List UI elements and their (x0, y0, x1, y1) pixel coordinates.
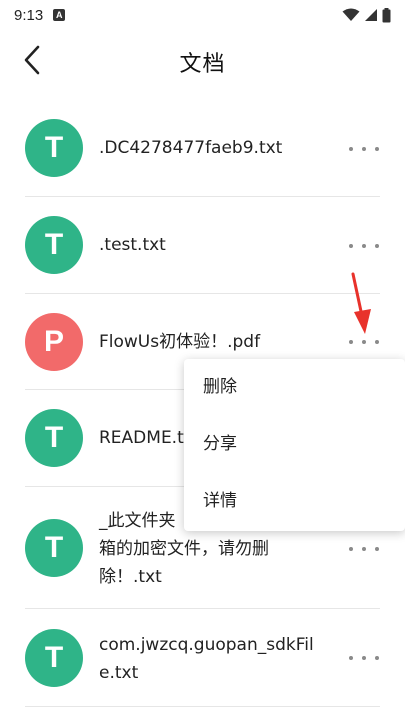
page-title: 文档 (179, 52, 226, 77)
more-dot (362, 244, 366, 248)
status-time: 9:13 (14, 6, 44, 24)
battery-icon (382, 7, 391, 22)
menu-item-share[interactable]: 分享 (184, 416, 405, 473)
notification-app-icon: A (53, 9, 66, 21)
file-name: .DC4278477faeb9.txt (99, 138, 283, 158)
file-name-line: e.txt (99, 663, 139, 683)
status-left: 9:13 A (14, 6, 66, 24)
file-name: .test.txt (99, 235, 166, 255)
cell-signal-icon (365, 9, 377, 21)
file-type-avatar: T (25, 216, 83, 274)
more-dot (349, 147, 353, 151)
more-dot (375, 340, 379, 344)
file-item[interactable]: T .DC4278477faeb9.txt (0, 100, 405, 197)
file-name-line: 箱的加密文件，请勿删 (99, 539, 269, 559)
more-button[interactable] (349, 236, 379, 256)
file-name: FlowUs初体验！.pdf (99, 332, 261, 352)
menu-item-delete[interactable]: 删除 (184, 359, 405, 416)
more-dot (375, 547, 379, 551)
file-type-avatar: P (25, 313, 83, 371)
status-bar: 9:13 A (0, 0, 405, 30)
status-right (342, 7, 391, 23)
wifi-icon (342, 8, 360, 21)
annotation-arrow-icon (351, 272, 371, 334)
more-button[interactable] (349, 539, 379, 559)
list-divider (25, 706, 380, 707)
more-dot (375, 244, 379, 248)
more-dot (375, 656, 379, 660)
file-name-line: 除！.txt (99, 567, 162, 587)
more-dot (362, 340, 366, 344)
context-menu: 删除 分享 详情 (184, 359, 405, 531)
more-button[interactable] (349, 648, 379, 668)
file-name-line: com.jwzcq.guopan_sdkFil (99, 635, 314, 655)
app-bar: 文档 (0, 30, 405, 94)
file-name: com.jwzcq.guopan_sdkFil e.txt (99, 631, 321, 687)
more-dot (349, 340, 353, 344)
file-item[interactable]: T com.jwzcq.guopan_sdkFil e.txt (0, 609, 405, 707)
more-dot (349, 656, 353, 660)
more-dot (362, 547, 366, 551)
more-dot (349, 244, 353, 248)
more-button[interactable] (349, 139, 379, 159)
file-type-avatar: T (25, 409, 83, 467)
more-dot (349, 547, 353, 551)
more-dot (362, 147, 366, 151)
more-dot (375, 147, 379, 151)
file-type-avatar: T (25, 119, 83, 177)
menu-item-details[interactable]: 详情 (184, 473, 405, 530)
file-type-avatar: T (25, 629, 83, 687)
file-type-avatar: T (25, 519, 83, 577)
more-dot (362, 656, 366, 660)
